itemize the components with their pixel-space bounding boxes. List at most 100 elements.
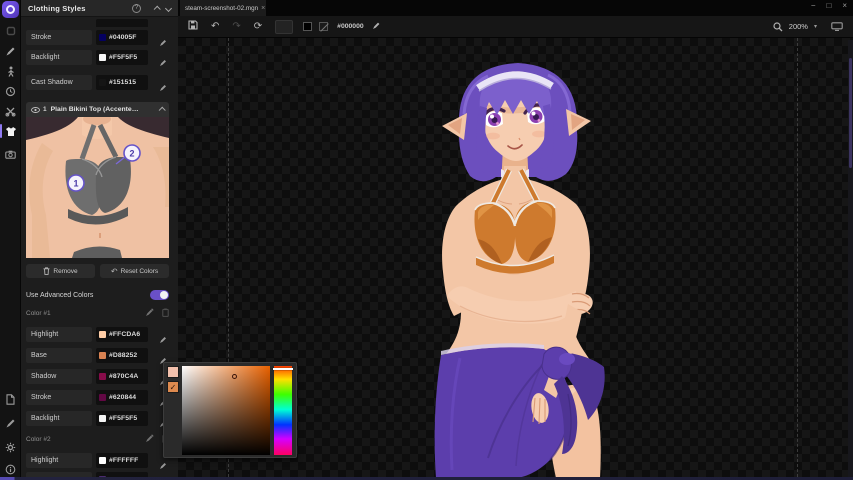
row-label: Cast Shadow: [26, 75, 92, 90]
eyedropper-icon[interactable]: [159, 34, 167, 52]
undo-icon[interactable]: ↶: [211, 22, 219, 32]
hex-value-field[interactable]: #FFCDA6: [96, 327, 148, 342]
color1-row-stroke: Stroke #620844: [26, 390, 169, 405]
preview-marker-1: 1: [68, 175, 84, 191]
refresh-icon[interactable]: ⟳: [254, 22, 262, 32]
settings-gear-icon[interactable]: [0, 438, 21, 456]
eyedropper-icon[interactable]: [159, 23, 167, 28]
undo-icon: ↶: [111, 267, 118, 276]
panel-title: Clothing Styles: [28, 4, 132, 13]
fill-hex-value[interactable]: #000000: [337, 23, 363, 30]
preview-marker-2: 2: [124, 145, 140, 161]
item-count: 1: [43, 106, 47, 113]
zoom-level-value[interactable]: 200%: [789, 22, 808, 31]
clipped-color-row: [26, 19, 169, 27]
color-swatch[interactable]: [99, 331, 106, 338]
eyedropper-icon[interactable]: [159, 331, 167, 349]
preview-art: 2 1: [26, 117, 169, 258]
hex-value-field[interactable]: #F5F5F5: [96, 411, 148, 426]
window-controls: − □ ×: [811, 1, 847, 10]
sv-selector[interactable]: [232, 374, 237, 379]
save-icon[interactable]: [188, 20, 198, 33]
color-swatch[interactable]: [99, 352, 106, 359]
color-swatch[interactable]: [99, 373, 106, 380]
scissors-icon[interactable]: [0, 102, 21, 120]
panel-header: Clothing Styles ?: [21, 0, 178, 17]
pipette-icon[interactable]: [145, 304, 154, 322]
color-swatch[interactable]: [99, 34, 106, 41]
chevron-down-icon[interactable]: [165, 4, 172, 11]
maximize-button[interactable]: □: [826, 1, 831, 10]
color2-group-header: Color #2: [26, 434, 169, 444]
canvas-scrollbar[interactable]: [848, 40, 853, 477]
row-label: Stroke: [26, 30, 92, 45]
hue-slider[interactable]: [274, 366, 292, 455]
hex-value-field[interactable]: #620844: [96, 390, 148, 405]
hex-value-field[interactable]: #151515: [96, 75, 148, 90]
brush-icon[interactable]: [0, 42, 21, 60]
item-preview[interactable]: 2 1: [26, 117, 169, 258]
check-icon: ✓: [170, 383, 177, 392]
eyedropper-icon[interactable]: [372, 21, 381, 33]
eyedropper-icon[interactable]: [159, 79, 167, 97]
pipette-icon[interactable]: [145, 430, 154, 448]
history-clock-icon[interactable]: [0, 82, 21, 100]
color-swatch[interactable]: [99, 54, 106, 61]
close-button[interactable]: ×: [842, 1, 847, 10]
info-icon[interactable]: [0, 460, 21, 478]
color-row-stroke: Stroke #04005F: [26, 30, 169, 45]
hue-selector[interactable]: [273, 368, 293, 370]
item-section-header[interactable]: 1 Plain Bikini Top (Accente…: [26, 102, 169, 117]
fill-color-chip[interactable]: [303, 22, 312, 31]
scrollbar-thumb[interactable]: [849, 58, 852, 168]
reset-colors-button[interactable]: ↶ Reset Colors: [100, 264, 169, 278]
item-title: Plain Bikini Top (Accente…: [51, 106, 155, 113]
color-picker-popup: ✓: [163, 362, 297, 458]
remove-button[interactable]: Remove: [26, 264, 95, 278]
hex-value-field[interactable]: #FFFFFF: [96, 453, 148, 468]
advanced-colors-label: Use Advanced Colors: [26, 292, 150, 299]
color-swatch[interactable]: [99, 394, 106, 401]
pen-icon[interactable]: [0, 414, 21, 432]
no-color-chip[interactable]: [319, 22, 328, 31]
previous-color-swatch[interactable]: [167, 366, 179, 378]
confirm-color-button[interactable]: ✓: [167, 381, 179, 393]
app-window: Clothing Styles ? Stroke #04005F Backlig…: [0, 0, 853, 480]
tab-document[interactable]: steam-screenshot-02.mgn ×: [180, 0, 266, 16]
fit-screen-icon[interactable]: [831, 22, 843, 31]
help-icon[interactable]: ?: [132, 4, 141, 13]
clothing-shirt-icon[interactable]: [0, 122, 21, 140]
color-swatch[interactable]: [99, 79, 106, 86]
advanced-colors-toggle[interactable]: [150, 290, 169, 300]
file-icon[interactable]: [0, 390, 21, 408]
hex-value-field[interactable]: #F5F5F5: [96, 50, 148, 65]
tab-close-icon[interactable]: ×: [261, 5, 265, 12]
canvas-toolbar: ↶ ↷ ⟳ #000000 200% ▾: [178, 16, 853, 38]
model-icon[interactable]: [0, 22, 21, 40]
pose-person-icon[interactable]: [0, 62, 21, 80]
eye-icon: [31, 107, 40, 113]
canvas-guide-right: [797, 38, 798, 477]
saturation-value-field[interactable]: [182, 366, 270, 455]
minimize-button[interactable]: −: [811, 1, 816, 10]
app-logo-icon[interactable]: [2, 1, 19, 18]
tab-strip: steam-screenshot-02.mgn × − □ ×: [178, 0, 853, 16]
eyedropper-icon[interactable]: [159, 54, 167, 72]
zoom-magnifier-icon[interactable]: [773, 22, 783, 32]
zoom-caret-icon[interactable]: ▾: [814, 23, 817, 30]
hex-value-field[interactable]: #870C4A: [96, 369, 148, 384]
color-swatch[interactable]: [99, 415, 106, 422]
redo-icon[interactable]: ↷: [232, 22, 240, 32]
color1-row-highlight: Highlight #FFCDA6: [26, 327, 169, 342]
color1-row-backlight: Backlight #F5F5F5: [26, 411, 169, 426]
collapse-icon[interactable]: [159, 107, 166, 114]
hex-value-field[interactable]: #04005F: [96, 30, 148, 45]
color-row-backlight: Backlight #F5F5F5: [26, 50, 169, 65]
color-swatch[interactable]: [99, 457, 106, 464]
chevron-up-icon[interactable]: [154, 5, 161, 12]
camera-icon[interactable]: [0, 145, 21, 163]
hex-value-field[interactable]: #D88252: [96, 348, 148, 363]
advanced-colors-row: Use Advanced Colors: [26, 288, 169, 302]
clipboard-icon[interactable]: [162, 304, 169, 322]
active-tool-chip[interactable]: [275, 20, 293, 34]
